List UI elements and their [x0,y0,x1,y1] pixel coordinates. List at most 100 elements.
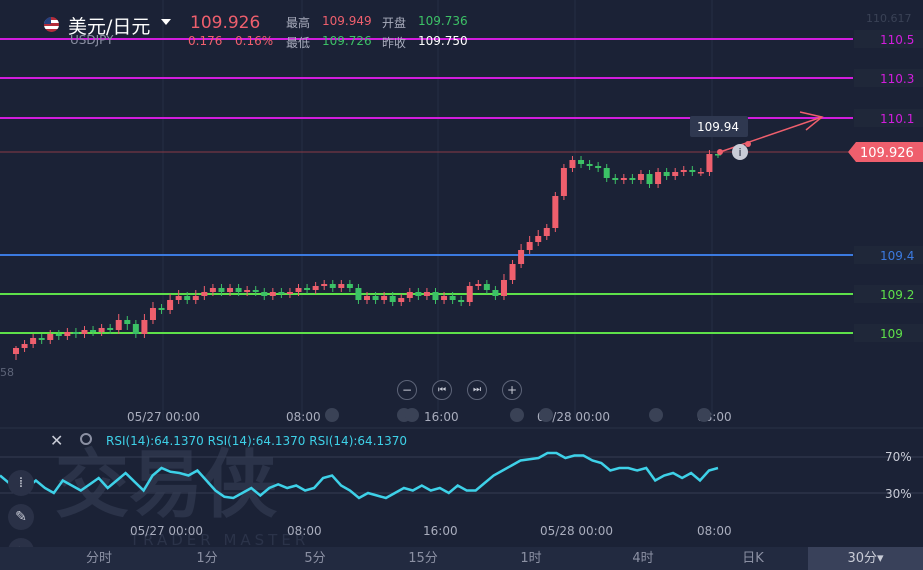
candle-body [364,296,370,300]
open-value: 109.736 [418,14,468,28]
candle-body [64,332,71,336]
time-axis-label: 05/27 00:00 [127,410,200,424]
candle-body [637,174,644,180]
candle-body [595,166,602,168]
chevron-down-icon[interactable] [161,19,171,25]
time-axis-label: 08:00 [286,410,321,424]
tab-30min[interactable]: 30分▾ [808,547,923,570]
timeframe-tabbar: 分时 1分 5分 15分 1时 4时 日K 30分▾ [0,547,923,570]
symbol-code: USDJPY [70,33,114,47]
candle-body [261,292,268,296]
candle-body [655,172,662,184]
candle-body [192,296,199,300]
candle-body [398,298,405,302]
candle-body [321,284,328,286]
candle-body [107,328,114,330]
candle-body [115,320,122,330]
rsi-time-axis-label: 05/28 00:00 [540,524,613,538]
candle-body [612,178,619,180]
candle-body [458,300,465,302]
scroll-dot-indicator [649,408,663,422]
candle-body [175,296,182,300]
candle-body [560,168,567,196]
candle-body [475,284,482,286]
draw-pencil-icon[interactable]: ✎ [8,504,34,530]
candle-body [201,292,208,296]
candle-body [81,330,88,334]
candle-body [312,286,319,290]
axis-left-label: 58 [0,366,14,379]
prev-close-value: 109.750 [418,34,468,48]
candle-body [406,292,413,298]
arrow-anchor-point [717,149,723,155]
candle-body [423,292,430,296]
prev-page-button[interactable]: ⏮ [432,380,452,400]
candle-body [492,290,499,296]
rsi-legend-item: RSI(14):64.1370 [207,434,306,448]
tab-4hour[interactable]: 4时 [598,547,688,570]
candle-body [449,296,456,300]
tab-5min[interactable]: 5分 [274,547,356,570]
candle-body [167,300,174,310]
rsi-time-axis-label: 08:00 [697,524,732,538]
arrow-anchor-point [745,141,751,147]
low-label: 最低 [286,36,311,50]
candle-body [509,264,516,280]
settings-icon[interactable] [80,433,92,445]
candle-body [646,174,653,184]
candle-body [500,280,507,296]
candle-body [209,288,216,292]
price-change-percent: 0.16% [235,34,274,48]
rsi-legend-item: RSI(14):64.1370 [309,434,408,448]
candle-body [663,172,670,176]
candle-body [543,228,550,236]
level-price-label: 110.3 [880,72,914,86]
tab-1min[interactable]: 1分 [166,547,248,570]
candle-body [441,296,448,300]
candle-body [689,170,696,172]
time-axis-label: 16:00 [424,410,459,424]
rsi-level-30-label: 30% [885,487,912,501]
chart-canvas[interactable]: 交易侠TRADER MASTER110.5110.3110.1109.4109.… [0,0,923,570]
close-icon[interactable]: ✕ [50,431,63,450]
candle-body [535,236,542,242]
zoom-in-button[interactable]: + [502,380,522,400]
candle-body [466,286,473,302]
scroll-dot-indicator [539,408,553,422]
candle-body [706,154,713,172]
candle-body [286,292,293,294]
current-price: 109.926 [190,13,261,33]
candle-body [372,296,379,300]
candle-body [55,334,62,336]
candle-body [346,284,353,288]
candle-body [132,324,139,334]
tooltip-value: 109.94 [697,120,739,134]
candle-body [381,296,388,300]
candle-body [184,296,191,300]
candle-body [483,284,490,290]
candle-body [586,164,593,166]
candle-body [432,292,439,300]
candle-body [141,320,148,334]
tab-daily[interactable]: 日K [708,547,798,570]
zoom-out-button[interactable]: − [397,380,417,400]
candle-body [697,172,704,174]
indicator-icon[interactable]: ⁞ [8,470,34,496]
candle-body [355,288,362,300]
scroll-dot-indicator [697,408,711,422]
quote-header: 美元/日元 USDJPY 109.926 0.176 0.16% 最高 109.… [0,0,923,52]
rsi-time-axis-label: 05/27 00:00 [130,524,203,538]
candle-body [629,178,636,180]
tab-1hour[interactable]: 1时 [490,547,572,570]
candle-body [526,242,533,250]
candle-body [47,334,54,340]
tab-15min[interactable]: 15分 [382,547,464,570]
candle-body [415,292,422,296]
tab-timeshare[interactable]: 分时 [58,547,140,570]
level-price-label: 109.2 [880,288,914,302]
level-price-label: 109 [880,327,903,341]
candle-body [578,160,585,164]
next-page-button[interactable]: ⏭ [467,380,487,400]
candle-body [30,338,37,344]
candle-body [218,288,225,292]
